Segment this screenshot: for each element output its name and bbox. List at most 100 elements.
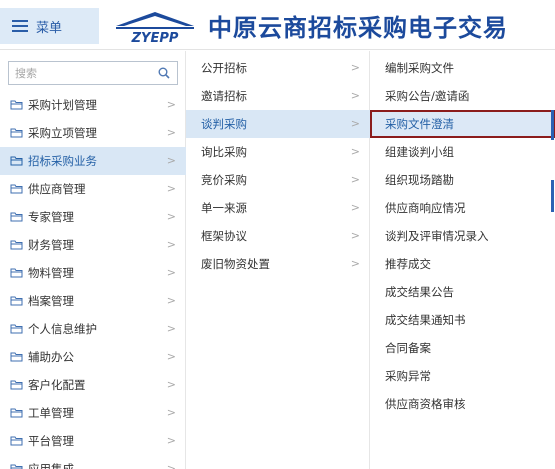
sidebar-item-finance-management[interactable]: 财务管理 > xyxy=(0,231,186,259)
main-menu-list: 采购计划管理 > 采购立项管理 > 招标采购业务 > 供应商管理 > 专家管理 > 财务管… xyxy=(0,91,186,469)
search-icon[interactable] xyxy=(158,67,170,79)
folder-icon xyxy=(10,212,23,222)
action-item-result-announcement[interactable]: 成交结果公告 xyxy=(370,278,555,306)
chevron-right-icon: > xyxy=(350,61,360,74)
submenu-item-bidding-procurement[interactable]: 竞价采购 > xyxy=(186,166,370,194)
submenu-item-label: 竞价采购 xyxy=(201,173,247,187)
submenu-item-public-tender[interactable]: 公开招标 > xyxy=(186,54,370,82)
action-item-site-survey[interactable]: 组织现场踏勘 xyxy=(370,166,555,194)
action-item-label: 成交结果公告 xyxy=(385,285,454,299)
sidebar-item-label: 招标采购业务 xyxy=(28,154,97,168)
submenu-item-inquiry-procurement[interactable]: 询比采购 > xyxy=(186,138,370,166)
folder-icon xyxy=(10,156,23,166)
chevron-right-icon: > xyxy=(166,126,176,139)
chevron-right-icon: > xyxy=(166,98,176,111)
action-item-result-notice[interactable]: 成交结果通知书 xyxy=(370,306,555,334)
folder-icon xyxy=(10,324,23,334)
action-menu-list: 编制采购文件 采购公告/邀请函 采购文件澄清 组建谈判小组 组织现场踏勘 供应商… xyxy=(370,54,555,418)
chevron-right-icon: > xyxy=(350,201,360,214)
submenu-item-label: 框架协议 xyxy=(201,229,247,243)
sidebar-item-procurement-plan[interactable]: 采购计划管理 > xyxy=(0,91,186,119)
action-item-recommend-deal[interactable]: 推荐成交 xyxy=(370,250,555,278)
background-page-bar xyxy=(551,110,554,140)
action-item-label: 供应商响应情况 xyxy=(385,201,466,215)
folder-icon xyxy=(10,352,23,362)
sidebar-item-ticket-management[interactable]: 工单管理 > xyxy=(0,399,186,427)
chevron-right-icon: > xyxy=(350,117,360,130)
chevron-right-icon: > xyxy=(166,210,176,223)
sidebar-item-project-setup[interactable]: 采购立项管理 > xyxy=(0,119,186,147)
sidebar-item-supplier-management[interactable]: 供应商管理 > xyxy=(0,175,186,203)
chevron-right-icon: > xyxy=(350,257,360,270)
chevron-right-icon: > xyxy=(166,322,176,335)
action-item-label: 成交结果通知书 xyxy=(385,313,466,327)
action-item-label: 供应商资格审核 xyxy=(385,397,466,411)
action-item-compile-documents[interactable]: 编制采购文件 xyxy=(370,54,555,82)
action-item-form-negotiation-team[interactable]: 组建谈判小组 xyxy=(370,138,555,166)
submenu-item-label: 询比采购 xyxy=(201,145,247,159)
background-page-bar xyxy=(551,180,554,212)
action-item-document-clarification[interactable]: 采购文件澄清 xyxy=(370,110,555,138)
chevron-right-icon: > xyxy=(166,350,176,363)
menu-label: 菜单 xyxy=(36,20,63,36)
action-item-label: 编制采购文件 xyxy=(385,61,454,75)
sidebar-item-label: 个人信息维护 xyxy=(28,322,97,336)
action-item-label: 谈判及评审情况录入 xyxy=(385,229,489,243)
sidebar-item-expert-management[interactable]: 专家管理 > xyxy=(0,203,186,231)
submenu-item-scrap-disposal[interactable]: 废旧物资处置 > xyxy=(186,250,370,278)
submenu-item-negotiated-procurement[interactable]: 谈判采购 > xyxy=(186,110,370,138)
menu-toggle-button[interactable]: 菜单 xyxy=(0,8,99,44)
sidebar-item-label: 专家管理 xyxy=(28,210,74,224)
sidebar-item-label: 平台管理 xyxy=(28,434,74,448)
submenu-item-invited-tender[interactable]: 邀请招标 > xyxy=(186,82,370,110)
folder-icon xyxy=(10,296,23,306)
chevron-right-icon: > xyxy=(166,378,176,391)
page: 菜单 ZYEPP 中原云商招标采购电子交易 采购计划管理 > 采购立项管理 > 招标… xyxy=(0,0,555,469)
chevron-right-icon: > xyxy=(166,462,176,469)
sidebar-item-archive-management[interactable]: 档案管理 > xyxy=(0,287,186,315)
action-item-announcement[interactable]: 采购公告/邀请函 xyxy=(370,82,555,110)
sidebar-item-label: 档案管理 xyxy=(28,294,74,308)
sidebar-item-label: 辅助办公 xyxy=(28,350,74,364)
search-input[interactable] xyxy=(9,62,149,85)
chevron-right-icon: > xyxy=(166,406,176,419)
action-item-label: 合同备案 xyxy=(385,341,431,355)
action-item-negotiation-entry[interactable]: 谈判及评审情况录入 xyxy=(370,222,555,250)
sidebar-item-customization[interactable]: 客户化配置 > xyxy=(0,371,186,399)
submenu-item-framework-agreement[interactable]: 框架协议 > xyxy=(186,222,370,250)
sidebar-item-material-management[interactable]: 物料管理 > xyxy=(0,259,186,287)
chevron-right-icon: > xyxy=(350,173,360,186)
top-header: 菜单 ZYEPP 中原云商招标采购电子交易 xyxy=(0,0,555,50)
action-item-procurement-exception[interactable]: 采购异常 xyxy=(370,362,555,390)
chevron-right-icon: > xyxy=(350,229,360,242)
submenu-item-single-source[interactable]: 单一来源 > xyxy=(186,194,370,222)
folder-icon xyxy=(10,268,23,278)
folder-icon xyxy=(10,240,23,250)
action-item-label: 采购公告/邀请函 xyxy=(385,89,470,103)
sidebar-item-label: 采购立项管理 xyxy=(28,126,97,140)
site-title: 中原云商招标采购电子交易 xyxy=(208,14,508,42)
submenu-list: 公开招标 > 邀请招标 > 谈判采购 > 询比采购 > 竞价采购 > 单一来源 > 框架协议… xyxy=(186,54,370,278)
sidebar-item-office-assistant[interactable]: 辅助办公 > xyxy=(0,343,186,371)
sidebar-item-platform-management[interactable]: 平台管理 > xyxy=(0,427,186,455)
sidebar-item-label: 物料管理 xyxy=(28,266,74,280)
chevron-right-icon: > xyxy=(166,238,176,251)
action-item-label: 采购文件澄清 xyxy=(385,117,454,131)
submenu-item-label: 废旧物资处置 xyxy=(201,257,270,271)
sidebar-item-app-integration[interactable]: 应用集成 > xyxy=(0,455,186,469)
action-item-label: 组织现场踏勘 xyxy=(385,173,454,187)
folder-icon xyxy=(10,408,23,418)
submenu-item-label: 单一来源 xyxy=(201,201,247,215)
action-item-contract-filing[interactable]: 合同备案 xyxy=(370,334,555,362)
folder-icon xyxy=(10,128,23,138)
action-item-label: 推荐成交 xyxy=(385,257,431,271)
action-item-supplier-qualification[interactable]: 供应商资格审核 xyxy=(370,390,555,418)
sidebar-item-label: 采购计划管理 xyxy=(28,98,97,112)
sidebar-item-personal-info[interactable]: 个人信息维护 > xyxy=(0,315,186,343)
sidebar-item-bidding-business[interactable]: 招标采购业务 > xyxy=(0,147,186,175)
sidebar-item-label: 财务管理 xyxy=(28,238,74,252)
action-item-supplier-response[interactable]: 供应商响应情况 xyxy=(370,194,555,222)
submenu-panel: 公开招标 > 邀请招标 > 谈判采购 > 询比采购 > 竞价采购 > 单一来源 > 框架协议… xyxy=(186,51,370,469)
chevron-right-icon: > xyxy=(350,145,360,158)
chevron-right-icon: > xyxy=(166,434,176,447)
